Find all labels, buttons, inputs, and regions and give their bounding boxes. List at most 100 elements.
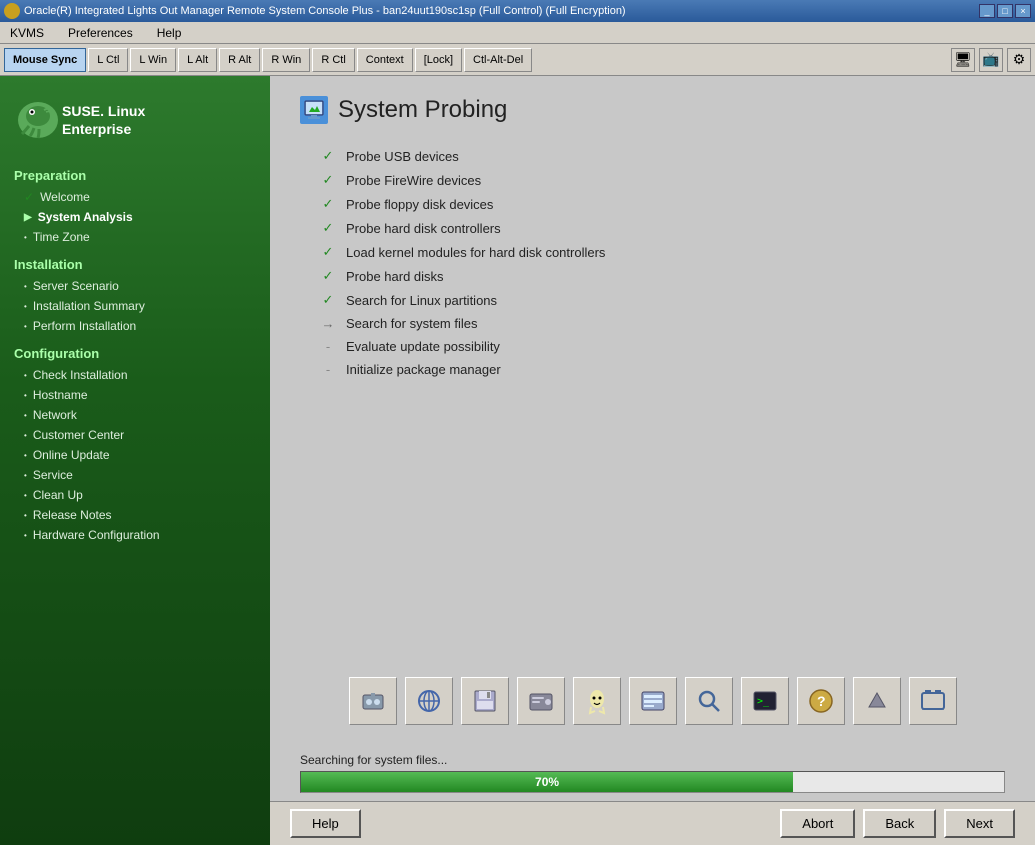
icon-toolbar: >_ ? (300, 667, 1005, 735)
hardware-config-bullet-icon: • (24, 531, 27, 540)
minimize-button[interactable]: _ (979, 4, 995, 18)
next-button[interactable]: Next (944, 809, 1015, 838)
server-scenario-bullet-icon: • (24, 282, 27, 291)
installation-summary-bullet-icon: • (24, 302, 27, 311)
sidebar-item-customer-center[interactable]: • Customer Center (0, 425, 270, 445)
sidebar-item-service[interactable]: • Service (0, 465, 270, 485)
probe-status-2: ✓ (320, 196, 336, 212)
ctrl-alt-del-button[interactable]: Ctl-Alt-Del (464, 48, 532, 72)
sidebar-logo-text: SUSE. Linux Enterprise (62, 102, 145, 138)
disk-icon-btn[interactable] (517, 677, 565, 725)
time-zone-bullet-icon: • (24, 233, 27, 242)
probe-item-0: ✓ Probe USB devices (320, 144, 1005, 168)
sidebar-item-check-installation[interactable]: • Check Installation (0, 365, 270, 385)
online-update-bullet-icon: • (24, 451, 27, 460)
svg-text:?: ? (817, 693, 826, 709)
hdd-icon-btn[interactable] (629, 677, 677, 725)
menu-help[interactable]: Help (151, 24, 188, 42)
probe-status-7: → (320, 316, 336, 331)
welcome-check-icon: ✓ (24, 190, 34, 204)
probe-status-0: ✓ (320, 148, 336, 164)
abort-button[interactable]: Abort (780, 809, 855, 838)
r-win-button[interactable]: R Win (262, 48, 310, 72)
sidebar-item-time-zone[interactable]: • Time Zone (0, 227, 270, 247)
help-button[interactable]: Help (290, 809, 361, 838)
r-ctl-button[interactable]: R Ctl (312, 48, 354, 72)
terminal-icon-btn[interactable]: >_ (741, 677, 789, 725)
service-bullet-icon: • (24, 471, 27, 480)
perform-installation-bullet-icon: • (24, 322, 27, 331)
toolbar: Mouse Sync L Ctl L Win L Alt R Alt R Win… (0, 44, 1035, 76)
system-analysis-arrow-icon: ▶ (24, 212, 32, 223)
window-controls[interactable]: _ □ × (979, 4, 1031, 18)
network-icon-btn[interactable] (405, 677, 453, 725)
probe-status-4: ✓ (320, 244, 336, 260)
probe-item-7: → Search for system files (320, 312, 1005, 335)
context-button[interactable]: Context (357, 48, 413, 72)
app-icon (4, 3, 20, 19)
floppy-icon-btn[interactable] (461, 677, 509, 725)
page-title: System Probing (300, 96, 1005, 124)
content-area: System Probing ✓ Probe USB devices ✓ Pro… (270, 76, 1035, 845)
sidebar-item-welcome[interactable]: ✓ Welcome (0, 187, 270, 207)
sidebar-item-hardware-configuration[interactable]: • Hardware Configuration (0, 525, 270, 545)
mouse-sync-button[interactable]: Mouse Sync (4, 48, 86, 72)
sidebar-item-release-notes[interactable]: • Release Notes (0, 505, 270, 525)
sidebar-logo: SUSE. Linux Enterprise (0, 86, 270, 158)
sidebar-item-hostname[interactable]: • Hostname (0, 385, 270, 405)
sidebar-item-server-scenario[interactable]: • Server Scenario (0, 276, 270, 296)
sidebar-item-clean-up[interactable]: • Clean Up (0, 485, 270, 505)
probe-item-9: - Initialize package manager (320, 358, 1005, 381)
settings-icon[interactable]: ⚙ (1007, 48, 1031, 72)
probe-item-6: ✓ Search for Linux partitions (320, 288, 1005, 312)
clean-up-bullet-icon: • (24, 491, 27, 500)
title-bar: Oracle(R) Integrated Lights Out Manager … (0, 0, 1035, 22)
preparation-section: Preparation (0, 162, 270, 187)
suse-logo (14, 96, 62, 144)
l-alt-button[interactable]: L Alt (178, 48, 217, 72)
lock-button[interactable]: [Lock] (415, 48, 462, 72)
system-probing-icon (300, 96, 328, 124)
sidebar-item-installation-summary[interactable]: • Installation Summary (0, 296, 270, 316)
check-installation-bullet-icon: • (24, 371, 27, 380)
sidebar-item-network[interactable]: • Network (0, 405, 270, 425)
probe-status-1: ✓ (320, 172, 336, 188)
magnifier-icon-btn[interactable] (685, 677, 733, 725)
probe-item-2: ✓ Probe floppy disk devices (320, 192, 1005, 216)
network-bullet-icon: • (24, 411, 27, 420)
back-button[interactable]: Back (863, 809, 936, 838)
configuration-section: Configuration (0, 340, 270, 365)
up-icon-btn[interactable] (853, 677, 901, 725)
menu-preferences[interactable]: Preferences (62, 24, 139, 42)
customer-center-bullet-icon: • (24, 431, 27, 440)
display-icon[interactable]: 🖥 (951, 48, 975, 72)
window-title: Oracle(R) Integrated Lights Out Manager … (24, 5, 979, 17)
sidebar-item-perform-installation[interactable]: • Perform Installation (0, 316, 270, 336)
menu-kvms[interactable]: KVMS (4, 24, 50, 42)
probe-item-1: ✓ Probe FireWire devices (320, 168, 1005, 192)
help-icon-btn[interactable]: ? (797, 677, 845, 725)
screenshot-icon-btn[interactable] (909, 677, 957, 725)
monitor-icon (303, 99, 325, 121)
l-win-button[interactable]: L Win (130, 48, 176, 72)
toolbar-right-icons: 🖥 📺 ⚙ (951, 48, 1031, 72)
maximize-button[interactable]: □ (997, 4, 1013, 18)
probe-item-5: ✓ Probe hard disks (320, 264, 1005, 288)
probe-item-4: ✓ Load kernel modules for hard disk cont… (320, 240, 1005, 264)
status-area: Searching for system files... 70% (270, 745, 1035, 801)
sidebar-item-system-analysis[interactable]: ▶ System Analysis (0, 207, 270, 227)
status-text: Searching for system files... (300, 753, 1005, 767)
progress-bar-container: 70% (300, 771, 1005, 793)
close-button[interactable]: × (1015, 4, 1031, 18)
release-notes-bullet-icon: • (24, 511, 27, 520)
r-alt-button[interactable]: R Alt (219, 48, 260, 72)
page-title-text: System Probing (338, 96, 507, 124)
installation-section: Installation (0, 251, 270, 276)
sidebar-item-online-update[interactable]: • Online Update (0, 445, 270, 465)
probe-status-3: ✓ (320, 220, 336, 236)
linux-icon-btn[interactable] (573, 677, 621, 725)
usb-icon-btn[interactable] (349, 677, 397, 725)
probe-status-5: ✓ (320, 268, 336, 284)
monitor-icon[interactable]: 📺 (979, 48, 1003, 72)
l-ctl-button[interactable]: L Ctl (88, 48, 128, 72)
